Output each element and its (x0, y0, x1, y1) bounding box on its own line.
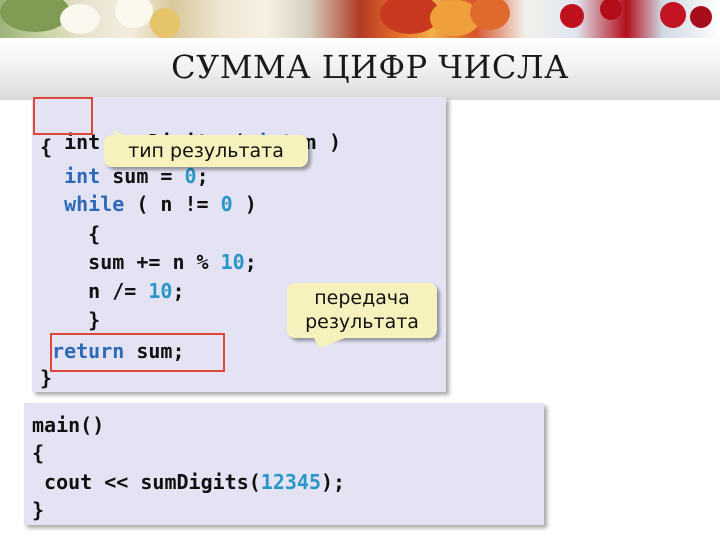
code-line-divide: n /= 10; (40, 279, 185, 303)
while-end: ) (232, 192, 257, 216)
code-line-inner-open: { (40, 222, 100, 246)
decl-text: sum = (100, 164, 185, 188)
decl-end: ; (196, 164, 209, 188)
callout-result-passing-line2: результата (305, 311, 419, 333)
divide-end: ; (172, 279, 185, 303)
return-type-highlight (33, 97, 93, 135)
while-value: 0 (220, 192, 233, 216)
code-line-open-brace: { (40, 135, 53, 159)
sum-value: 10 (220, 250, 245, 274)
main-line-call: cout << sumDigits(12345); (32, 470, 345, 494)
decl-value: 0 (184, 164, 197, 188)
return-statement-highlight (50, 333, 225, 372)
while-condition: ( n != (124, 192, 221, 216)
inner-open-brace: { (88, 222, 101, 246)
sum-statement: sum += n % (88, 250, 221, 274)
main-line-close-brace: } (32, 498, 45, 522)
sum-end: ; (244, 250, 257, 274)
call-text: cout << sumDigits( (32, 470, 261, 494)
main-line-signature: main() (32, 413, 105, 437)
code-line-while: while ( n != 0 ) (40, 192, 257, 216)
decorative-banner (0, 0, 720, 38)
callout-tail (312, 335, 352, 348)
divide-statement: n /= (88, 279, 149, 303)
callout-result-passing-line1: передача (314, 287, 410, 309)
inner-close-brace: } (88, 308, 101, 332)
code-line-inner-close: } (40, 308, 100, 332)
divide-value: 10 (148, 279, 173, 303)
call-value: 12345 (260, 470, 321, 494)
callout-result-type: тип результата (104, 135, 308, 167)
callout-result-passing: передача результата (287, 283, 437, 338)
main-line-open-brace: { (32, 441, 45, 465)
code-line-declaration: int sum = 0; (40, 164, 209, 188)
slide-title: СУММА ЦИФР ЧИСЛА (171, 48, 569, 86)
decl-type: int (64, 164, 101, 188)
call-end: ); (321, 470, 346, 494)
code-line-sum: sum += n % 10; (40, 250, 257, 274)
while-keyword: while (64, 192, 125, 216)
